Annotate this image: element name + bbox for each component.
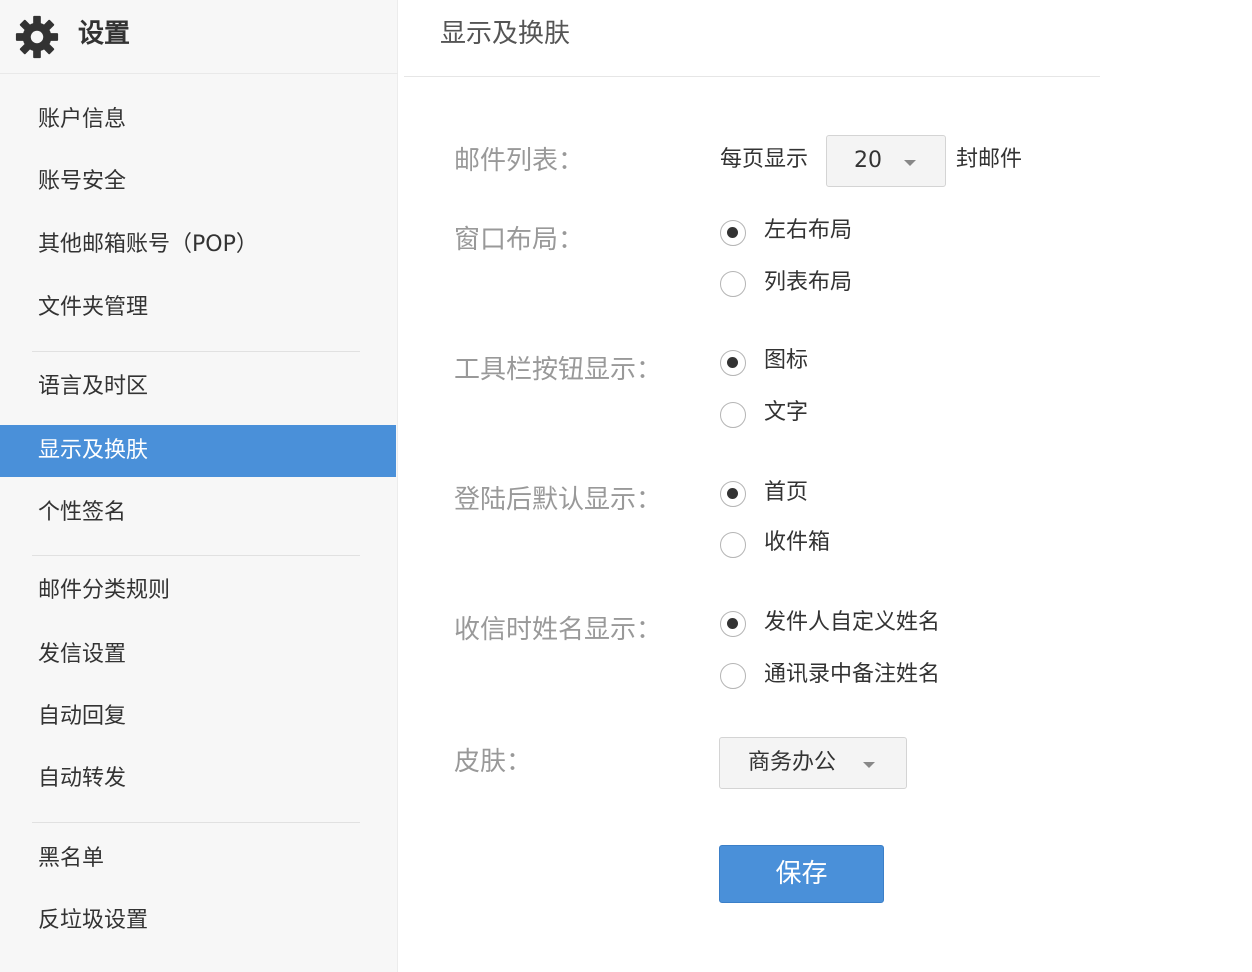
chevron-down-icon	[863, 762, 875, 768]
layout-list-radio[interactable]	[720, 271, 746, 297]
sidebar-divider	[32, 555, 360, 556]
default-home-label[interactable]: 首页	[764, 477, 808, 509]
skin-value: 商务办公	[748, 750, 837, 775]
per-page-suffix: 封邮件	[956, 147, 1023, 172]
default-inbox-label[interactable]: 收件箱	[764, 527, 830, 559]
sidebar-item-display-skin[interactable]: 显示及换肤	[0, 425, 396, 477]
skin-label: 皮肤：	[454, 747, 533, 777]
sidebar-item-language-timezone[interactable]: 语言及时区	[0, 361, 396, 413]
name-contacts-radio[interactable]	[720, 663, 746, 689]
sidebar-divider	[32, 351, 360, 352]
window-layout-label: 窗口布局：	[454, 225, 585, 255]
toolbar-icon-label[interactable]: 图标	[764, 345, 808, 377]
chevron-down-icon	[904, 160, 916, 166]
sidebar-item-auto-forward[interactable]: 自动转发	[0, 753, 396, 805]
main-header: 显示及换肤	[404, 0, 1100, 77]
skin-select[interactable]: 商务办公	[719, 737, 907, 789]
default-view-label: 登陆后默认显示：	[454, 485, 663, 515]
sidebar-item-account-info[interactable]: 账户信息	[0, 94, 396, 146]
layout-left-right-radio[interactable]	[720, 220, 746, 246]
sidebar-item-blacklist[interactable]: 黑名单	[0, 833, 396, 885]
mail-list-label: 邮件列表：	[454, 146, 585, 176]
sidebar-item-mail-rules[interactable]: 邮件分类规则	[0, 565, 396, 617]
save-button[interactable]: 保存	[719, 845, 884, 903]
default-inbox-radio[interactable]	[720, 532, 746, 558]
sidebar-header: 设置	[0, 0, 398, 74]
sidebar-title: 设置	[78, 19, 131, 49]
per-page-select[interactable]: 20	[826, 135, 946, 187]
sidebar-item-signature[interactable]: 个性签名	[0, 487, 396, 539]
toolbar-display-label: 工具栏按钮显示：	[454, 355, 663, 385]
page-title: 显示及换肤	[440, 19, 571, 49]
sidebar-item-send-settings[interactable]: 发信设置	[0, 629, 396, 681]
per-page-prefix: 每页显示	[720, 147, 809, 172]
per-page-value: 20	[854, 148, 882, 173]
sidebar-item-pop-accounts[interactable]: 其他邮箱账号（POP）	[0, 219, 396, 271]
sidebar-item-auto-reply[interactable]: 自动回复	[0, 691, 396, 743]
gear-icon	[15, 15, 59, 59]
layout-list-label[interactable]: 列表布局	[764, 267, 852, 299]
sidebar-item-antispam[interactable]: 反垃圾设置	[0, 895, 396, 947]
sidebar-divider	[32, 822, 360, 823]
default-home-radio[interactable]	[720, 481, 746, 507]
toolbar-icon-radio[interactable]	[720, 350, 746, 376]
name-sender-label[interactable]: 发件人自定义姓名	[764, 607, 940, 639]
sidebar-item-folders[interactable]: 文件夹管理	[0, 282, 396, 334]
name-display-label: 收信时姓名显示：	[454, 615, 663, 645]
toolbar-text-radio[interactable]	[720, 402, 746, 428]
settings-sidebar: 设置 账户信息 账号安全 其他邮箱账号（POP） 文件夹管理 语言及时区 显示及…	[0, 0, 398, 972]
name-sender-radio[interactable]	[720, 611, 746, 637]
sidebar-item-account-security[interactable]: 账号安全	[0, 156, 396, 208]
layout-left-right-label[interactable]: 左右布局	[764, 215, 852, 247]
name-contacts-label[interactable]: 通讯录中备注姓名	[764, 659, 940, 691]
toolbar-text-label[interactable]: 文字	[764, 397, 808, 429]
